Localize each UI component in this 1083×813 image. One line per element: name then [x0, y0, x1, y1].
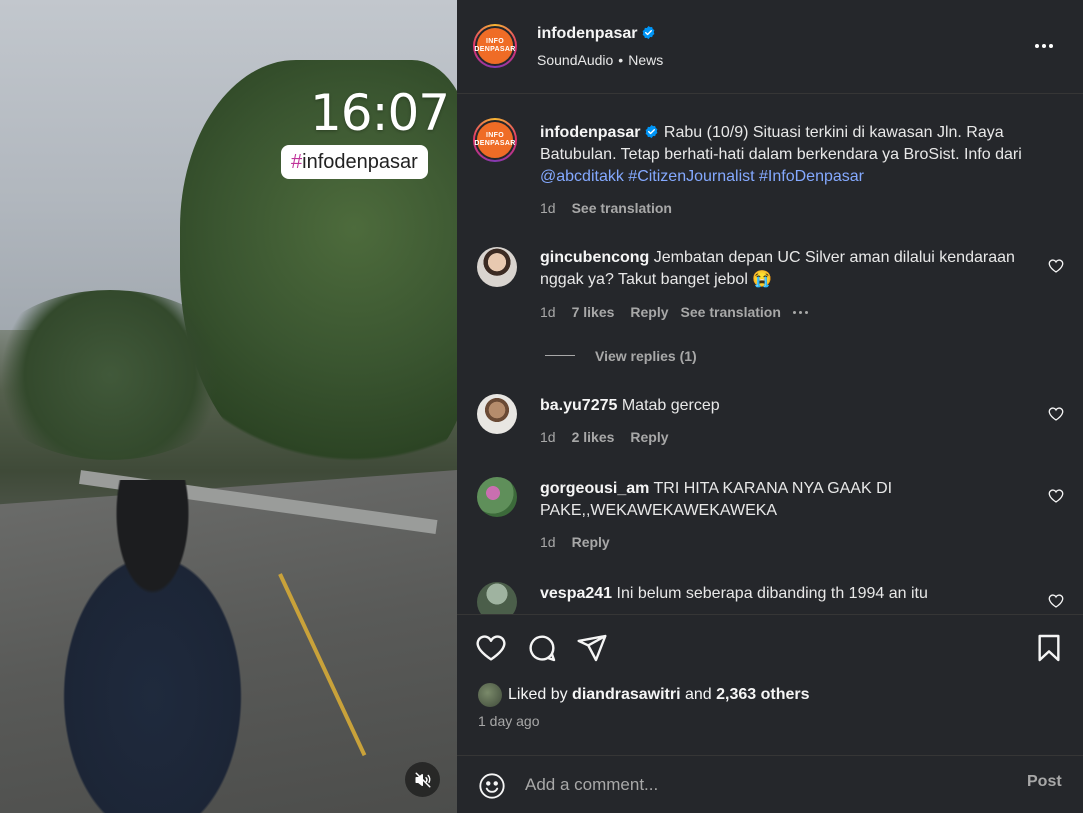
caption-hashtag[interactable]: #CitizenJournalist	[628, 168, 754, 185]
comment-meta: 1d Reply	[540, 534, 610, 550]
comment-time[interactable]: 1d	[540, 429, 556, 445]
reply-button[interactable]: Reply	[630, 304, 668, 320]
comment-text: Matab gercep	[621, 397, 720, 414]
liked-by-prefix: Liked by	[508, 686, 568, 703]
comment-body: gorgeousi_am TRI HITA KARANA NYA GAAK DI…	[540, 478, 980, 522]
see-translation-button[interactable]: See translation	[681, 304, 781, 320]
media-trees-left	[0, 290, 240, 460]
comment-body: ba.yu7275 Matab gercep	[540, 395, 1040, 417]
commenter-avatar[interactable]	[477, 582, 517, 614]
avatar-text-line1: INFO	[486, 132, 504, 139]
comment-icon[interactable]	[526, 632, 558, 664]
comment-time[interactable]: 1d	[540, 304, 556, 320]
comment-username[interactable]: vespa241	[540, 585, 612, 602]
add-comment-input[interactable]	[525, 770, 995, 800]
hashtag-symbol: #	[291, 151, 303, 173]
subtitle-separator: •	[618, 52, 624, 68]
reply-button[interactable]: Reply	[630, 429, 668, 445]
verified-badge-icon	[643, 25, 655, 40]
comment-like-heart-icon[interactable]	[1048, 488, 1064, 504]
more-horizontal-icon[interactable]	[1035, 36, 1059, 56]
bookmark-icon[interactable]	[1033, 632, 1065, 664]
post-detail-panel: INFO DENPASAR infodenpasar SoundAudio • New…	[457, 0, 1083, 813]
view-replies-row: View replies (1)	[595, 348, 697, 364]
comment-body: gincubencong Jembatan depan UC Silver am…	[540, 247, 1040, 291]
comment-meta: 1d 2 likes Reply	[540, 429, 669, 445]
post-comment-button[interactable]: Post	[1027, 773, 1062, 791]
comment-body: vespa241 Ini belum seberapa dibanding th…	[540, 583, 1040, 605]
comment-likes-count[interactable]: 7 likes	[572, 304, 615, 320]
comment-text: Ini belum seberapa dibanding th 1994 an …	[616, 585, 928, 602]
emoji-icon[interactable]	[478, 772, 506, 800]
comment-like-heart-icon[interactable]	[1048, 593, 1064, 609]
comment-username[interactable]: gincubencong	[540, 249, 649, 266]
comment-username[interactable]: gorgeousi_am	[540, 480, 649, 497]
caption-username[interactable]: infodenpasar	[540, 124, 640, 141]
comment-time[interactable]: 1d	[540, 534, 556, 550]
commenter-avatar[interactable]	[477, 247, 517, 287]
liked-by-user[interactable]: diandrasawitri	[572, 686, 680, 704]
comment-like-heart-icon[interactable]	[1048, 406, 1064, 422]
add-comment-bar: Post	[457, 755, 1083, 813]
view-replies-button[interactable]: View replies (1)	[595, 348, 697, 364]
verified-badge-icon	[646, 124, 658, 139]
share-icon[interactable]	[576, 632, 608, 664]
media-rider	[40, 480, 290, 813]
comment-likes-count[interactable]: 2 likes	[572, 429, 615, 445]
commenter-avatar[interactable]	[477, 477, 517, 517]
post-media[interactable]: 16:07 #infodenpasar	[0, 0, 457, 813]
author-avatar[interactable]: INFO DENPASAR	[473, 24, 517, 68]
comment-username[interactable]: ba.yu7275	[540, 397, 617, 414]
commenter-avatar[interactable]	[477, 394, 517, 434]
reply-button[interactable]: Reply	[572, 534, 610, 550]
caption-meta: 1d See translation	[540, 200, 672, 216]
speaker-muted-icon[interactable]	[405, 762, 440, 797]
liked-by-others[interactable]: 2,363 others	[716, 686, 809, 704]
post-subtitle: SoundAudio • News	[537, 52, 663, 68]
comments-scroll-area[interactable]: INFO DENPASAR infodenpasar Rabu (10/9) Si…	[457, 94, 1083, 614]
hashtag-overlay[interactable]: #infodenpasar	[281, 145, 428, 179]
post-actions: Liked by diandrasawitri and 2,363 others…	[457, 614, 1083, 813]
see-translation-button[interactable]: See translation	[572, 200, 672, 216]
post-time-ago[interactable]: 1 day ago	[478, 713, 540, 729]
replies-line	[545, 355, 575, 356]
caption-avatar[interactable]: INFO DENPASAR	[473, 118, 517, 162]
time-overlay: 16:07	[310, 84, 450, 142]
comment-like-heart-icon[interactable]	[1048, 258, 1064, 274]
caption-hashtag[interactable]: #InfoDenpasar	[759, 168, 864, 185]
caption-time[interactable]: 1d	[540, 200, 556, 216]
avatar-text-line2: DENPASAR	[474, 46, 516, 53]
avatar-text-line2: DENPASAR	[474, 140, 516, 147]
likes-summary: Liked by diandrasawitri and 2,363 others	[478, 683, 810, 707]
author-username-text[interactable]: infodenpasar	[537, 25, 637, 42]
comment-more-icon[interactable]	[792, 304, 808, 320]
liker-avatar[interactable]	[478, 683, 502, 707]
caption: infodenpasar Rabu (10/9) Situasi terkini…	[540, 122, 1065, 188]
caption-mention[interactable]: @abcditakk	[540, 168, 624, 185]
author-username[interactable]: infodenpasar	[537, 25, 656, 43]
comment-meta: 1d 7 likes Reply See translation	[540, 304, 808, 320]
hashtag-text: infodenpasar	[302, 151, 418, 173]
heart-icon[interactable]	[475, 632, 507, 664]
audio-link[interactable]: SoundAudio	[537, 52, 613, 68]
liked-by-and: and	[684, 686, 712, 703]
category-label[interactable]: News	[628, 52, 663, 68]
avatar-text-line1: INFO	[486, 38, 504, 45]
